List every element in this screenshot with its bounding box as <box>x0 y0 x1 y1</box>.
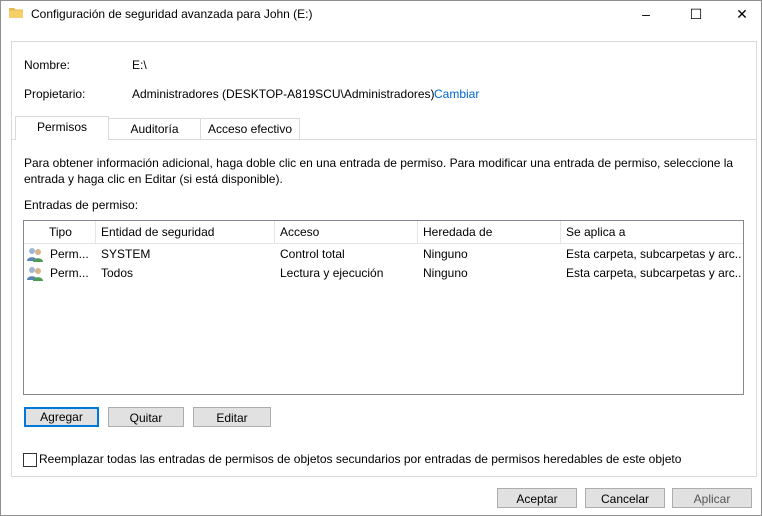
replace-child-permissions-label[interactable]: Reemplazar todas las entradas de permiso… <box>39 452 681 466</box>
name-value: E:\ <box>132 58 147 72</box>
cancel-button[interactable]: Cancelar <box>585 488 665 508</box>
owner-label: Propietario: <box>24 87 86 101</box>
name-label: Nombre: <box>24 58 71 72</box>
cell-tipo: Perm... <box>50 247 89 261</box>
remove-button[interactable]: Quitar <box>108 407 184 427</box>
advanced-security-window: Configuración de seguridad avanzada para… <box>0 0 762 516</box>
tab-permisos[interactable]: Permisos <box>15 116 109 140</box>
column-header-tipo[interactable]: Tipo <box>44 221 96 243</box>
dialog-content: Nombre: E:\ Propietario: Administradores… <box>11 41 757 477</box>
owner-value: Administradores (DESKTOP-A819SCU\Adminis… <box>132 87 435 101</box>
tab-acceso-efectivo[interactable]: Acceso efectivo <box>200 118 300 139</box>
minimize-button[interactable]: – <box>623 1 669 27</box>
window-title: Configuración de seguridad avanzada para… <box>31 7 313 21</box>
tab-divider <box>12 139 756 140</box>
description-line-2: entrada y haga clic en Editar (si está d… <box>24 172 283 186</box>
apply-button[interactable]: Aplicar <box>672 488 752 508</box>
cell-heredada: Ninguno <box>423 266 468 280</box>
entries-label: Entradas de permiso: <box>24 198 139 212</box>
tab-auditoria[interactable]: Auditoría <box>108 118 201 139</box>
column-header-acceso[interactable]: Acceso <box>275 221 418 243</box>
cell-entidad: Todos <box>101 266 134 280</box>
cell-acceso: Control total <box>280 247 345 261</box>
header-divider <box>24 243 743 244</box>
add-button[interactable]: Agregar <box>24 407 99 427</box>
folder-icon <box>9 8 23 18</box>
accept-button[interactable]: Aceptar <box>497 488 577 508</box>
cell-heredada: Ninguno <box>423 247 468 261</box>
column-header-aplica[interactable]: Se aplica a <box>561 221 743 243</box>
users-icon <box>27 248 43 262</box>
replace-child-permissions-checkbox[interactable] <box>23 453 37 467</box>
description-line-1: Para obtener información adicional, haga… <box>24 156 734 170</box>
table-row[interactable]: Perm... Todos Lectura y ejecución Ningun… <box>24 264 743 283</box>
permission-entries-list[interactable]: Tipo Entidad de seguridad Acceso Heredad… <box>23 220 744 395</box>
cell-aplica: Esta carpeta, subcarpetas y arc... <box>566 247 741 261</box>
edit-button[interactable]: Editar <box>193 407 271 427</box>
maximize-button[interactable]: ☐ <box>673 1 719 27</box>
column-header-entidad[interactable]: Entidad de seguridad <box>96 221 275 243</box>
table-row[interactable]: Perm... SYSTEM Control total Ninguno Est… <box>24 245 743 264</box>
column-header-heredada[interactable]: Heredada de <box>418 221 561 243</box>
cell-tipo: Perm... <box>50 266 89 280</box>
close-button[interactable]: ✕ <box>719 1 762 27</box>
change-owner-link[interactable]: Cambiar <box>434 87 479 101</box>
users-icon <box>27 267 43 281</box>
title-bar[interactable]: Configuración de seguridad avanzada para… <box>1 1 761 27</box>
cell-acceso: Lectura y ejecución <box>280 266 384 280</box>
cell-aplica: Esta carpeta, subcarpetas y arc... <box>566 266 741 280</box>
cell-entidad: SYSTEM <box>101 247 151 261</box>
